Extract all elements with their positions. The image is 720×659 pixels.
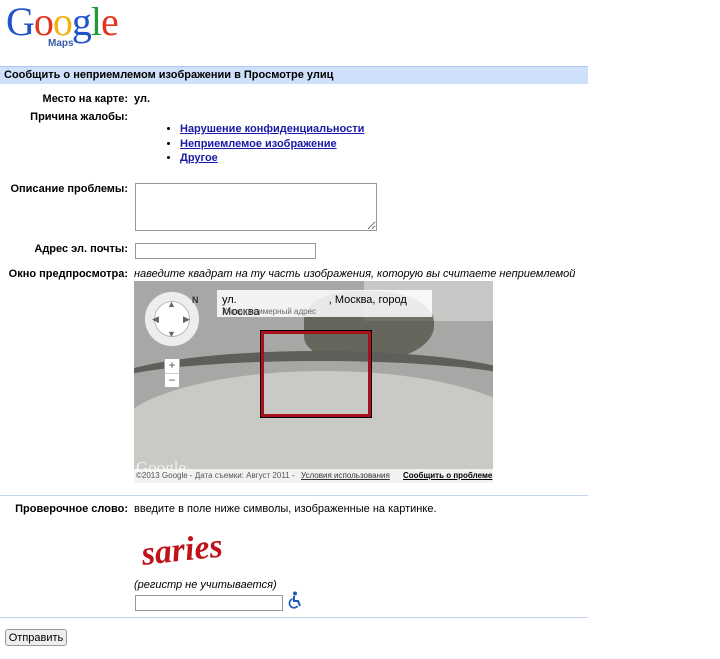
location-label: Место на карте:	[42, 93, 128, 105]
page-title-bar: Сообщить о неприемлемом изображении в Пр…	[0, 66, 588, 84]
reason-item: Другое	[180, 151, 364, 166]
address-overlay: ул., Москва, город Москва Указан примерн…	[217, 290, 432, 318]
pan-right-icon[interactable]: ▶	[183, 315, 190, 324]
captcha-case-note: (регистр не учитывается)	[134, 579, 277, 591]
address-approx-note: Указан примерный адрес	[222, 307, 317, 316]
preview-footer: Google ©2013 Google - Дата съемки: Авгус…	[134, 459, 493, 483]
description-textarea[interactable]	[135, 183, 377, 231]
reason-link-privacy[interactable]: Нарушение конфиденциальности	[180, 123, 364, 135]
terms-link[interactable]: Условия использования	[301, 469, 390, 483]
selection-box[interactable]	[260, 330, 372, 418]
report-problem-link[interactable]: Сообщить о проблеме	[403, 469, 492, 483]
reason-label: Причина жалобы:	[30, 111, 128, 123]
google-wordmark: Google	[6, 0, 119, 44]
accessibility-audio-icon[interactable]	[287, 591, 303, 609]
reason-item: Неприемлемое изображение	[180, 137, 364, 152]
section-divider	[0, 495, 588, 496]
reason-link-other[interactable]: Другое	[180, 152, 218, 164]
google-maps-logo[interactable]: Google Maps	[6, 2, 131, 54]
reason-link-inappropriate[interactable]: Неприемлемое изображение	[180, 138, 337, 150]
compass-north-label: N	[192, 295, 199, 305]
section-divider	[0, 617, 588, 618]
copyright-text: ©2013 Google - Дата съемки: Август 2011 …	[136, 471, 295, 480]
maps-label: Maps	[48, 38, 74, 49]
preview-label: Окно предпросмотра:	[8, 268, 128, 280]
zoom-in-button[interactable]: +	[165, 359, 179, 373]
pan-left-icon[interactable]: ◀	[152, 315, 159, 324]
zoom-out-button[interactable]: −	[165, 373, 179, 387]
page-title: Сообщить о неприемлемом изображении в Пр…	[4, 69, 334, 81]
pan-up-icon[interactable]: ▲	[167, 300, 176, 309]
captcha-hint: введите в поле ниже символы, изображенны…	[134, 503, 437, 515]
captcha-word: saries	[139, 527, 225, 572]
captcha-input[interactable]	[135, 595, 283, 611]
pan-down-icon[interactable]: ▼	[167, 330, 176, 339]
captcha-image: saries	[139, 527, 225, 572]
reason-list: Нарушение конфиденциальности Неприемлемо…	[170, 122, 364, 166]
captcha-label: Проверочное слово:	[15, 503, 128, 515]
location-value: ул.	[134, 93, 151, 105]
email-label: Адрес эл. почты:	[34, 243, 128, 255]
email-input[interactable]	[135, 243, 316, 259]
preview-hint: наведите квадрат на ту часть изображения…	[134, 268, 576, 280]
reason-item: Нарушение конфиденциальности	[180, 122, 364, 137]
submit-button[interactable]: Отправить	[5, 629, 67, 646]
streetview-preview[interactable]: ул., Москва, город Москва Указан примерн…	[134, 281, 493, 483]
zoom-control: + −	[164, 358, 180, 388]
description-label: Описание проблемы:	[10, 183, 128, 195]
